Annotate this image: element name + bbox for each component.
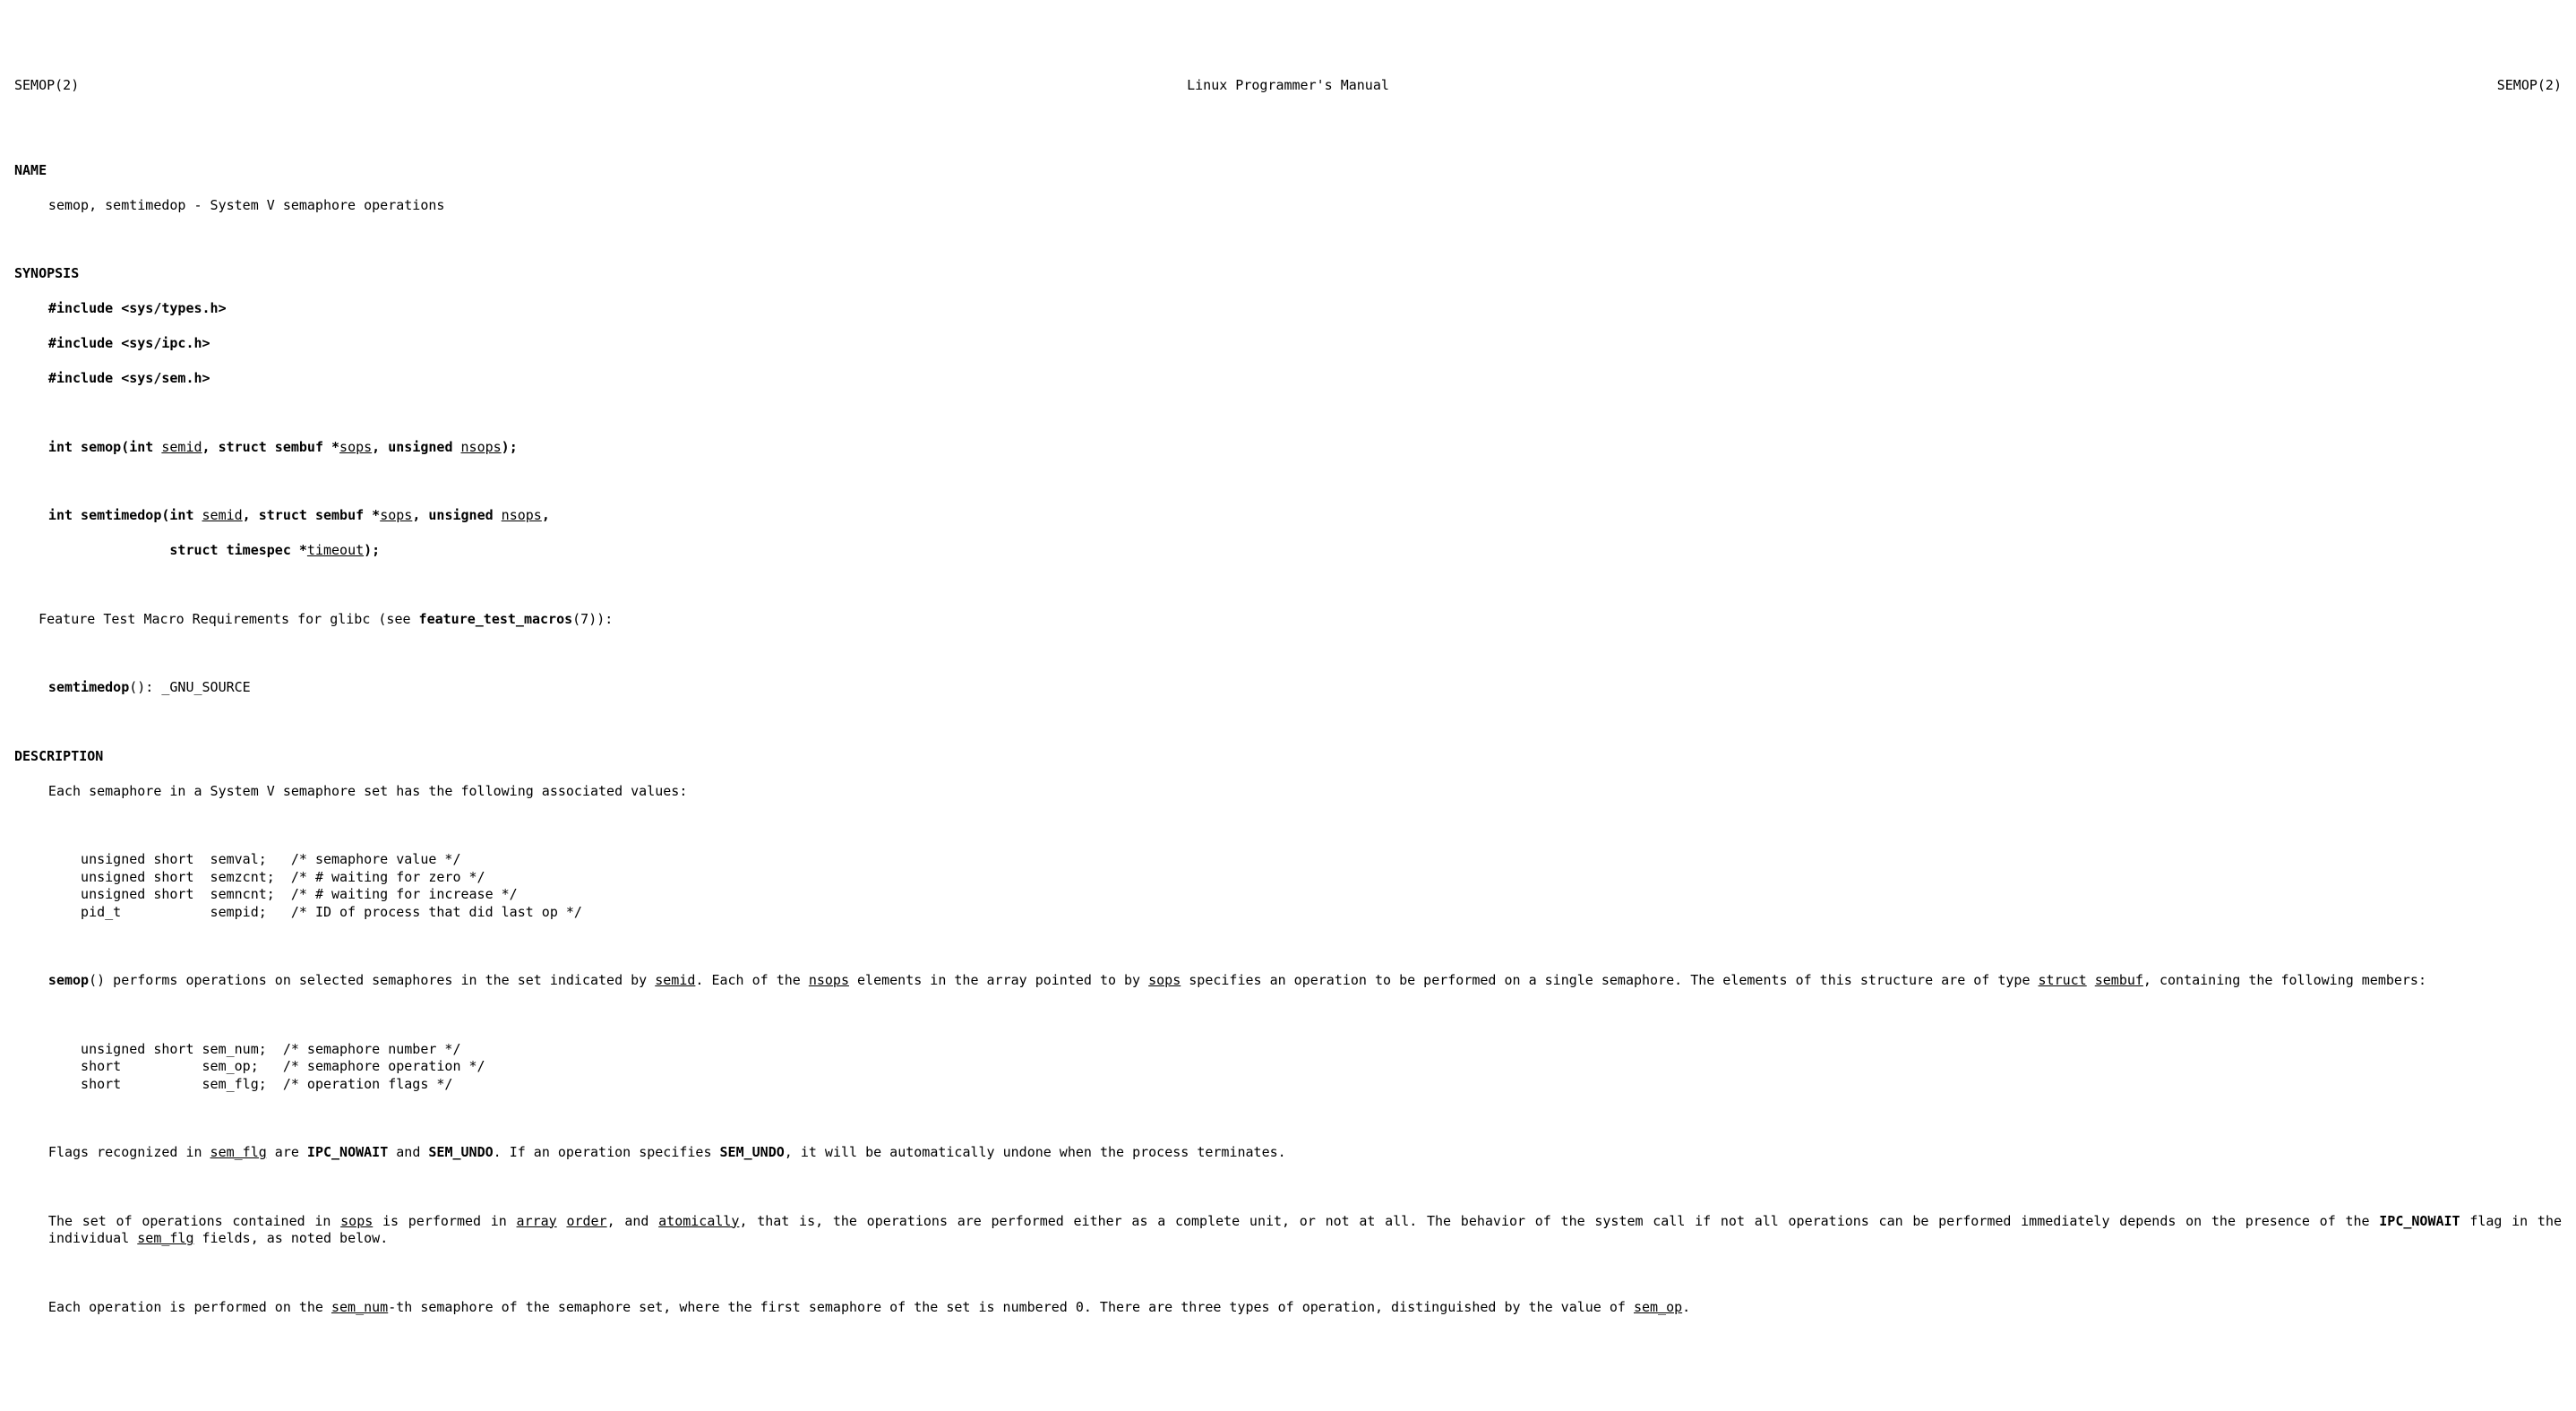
description-p2: semop() performs operations on selected … xyxy=(48,972,2562,990)
include-line-3: #include <sys/sem.h> xyxy=(48,370,2562,388)
include-line-2: #include <sys/ipc.h> xyxy=(48,335,2562,353)
section-name-heading: NAME xyxy=(14,162,2562,180)
feature-test-macro-line: Feature Test Macro Requirements for glib… xyxy=(14,611,2562,629)
description-p1: Each semaphore in a System V semaphore s… xyxy=(48,783,2562,801)
man-page-header: SEMOP(2) Linux Programmer's Manual SEMOP… xyxy=(14,77,2562,95)
include-line-1: #include <sys/types.h> xyxy=(48,300,2562,318)
fn-semtimedop-signature-line1: int semtimedop(int semid, struct sembuf … xyxy=(48,507,2562,525)
fn-semop-signature: int semop(int semid, struct sembuf *sops… xyxy=(48,439,2562,457)
description-p4: The set of operations contained in sops … xyxy=(48,1213,2562,1248)
fn-semtimedop-signature-line2: struct timespec *timeout); xyxy=(48,542,2562,560)
section-description-heading: DESCRIPTION xyxy=(14,748,2562,766)
struct-sembuf-block: unsigned short sem_num; /* semaphore num… xyxy=(48,1041,2562,1094)
header-right: SEMOP(2) xyxy=(2497,77,2562,95)
section-synopsis-heading: SYNOPSIS xyxy=(14,265,2562,283)
header-left: SEMOP(2) xyxy=(14,77,79,95)
description-p3: Flags recognized in sem_flg are IPC_NOWA… xyxy=(48,1144,2562,1162)
struct-values-block: unsigned short semval; /* semaphore valu… xyxy=(48,851,2562,921)
header-center: Linux Programmer's Manual xyxy=(1187,77,1389,95)
name-line: semop, semtimedop - System V semaphore o… xyxy=(48,197,2562,215)
description-p5: Each operation is performed on the sem_n… xyxy=(48,1299,2562,1317)
feature-test-macro-req: semtimedop(): _GNU_SOURCE xyxy=(48,679,2562,697)
